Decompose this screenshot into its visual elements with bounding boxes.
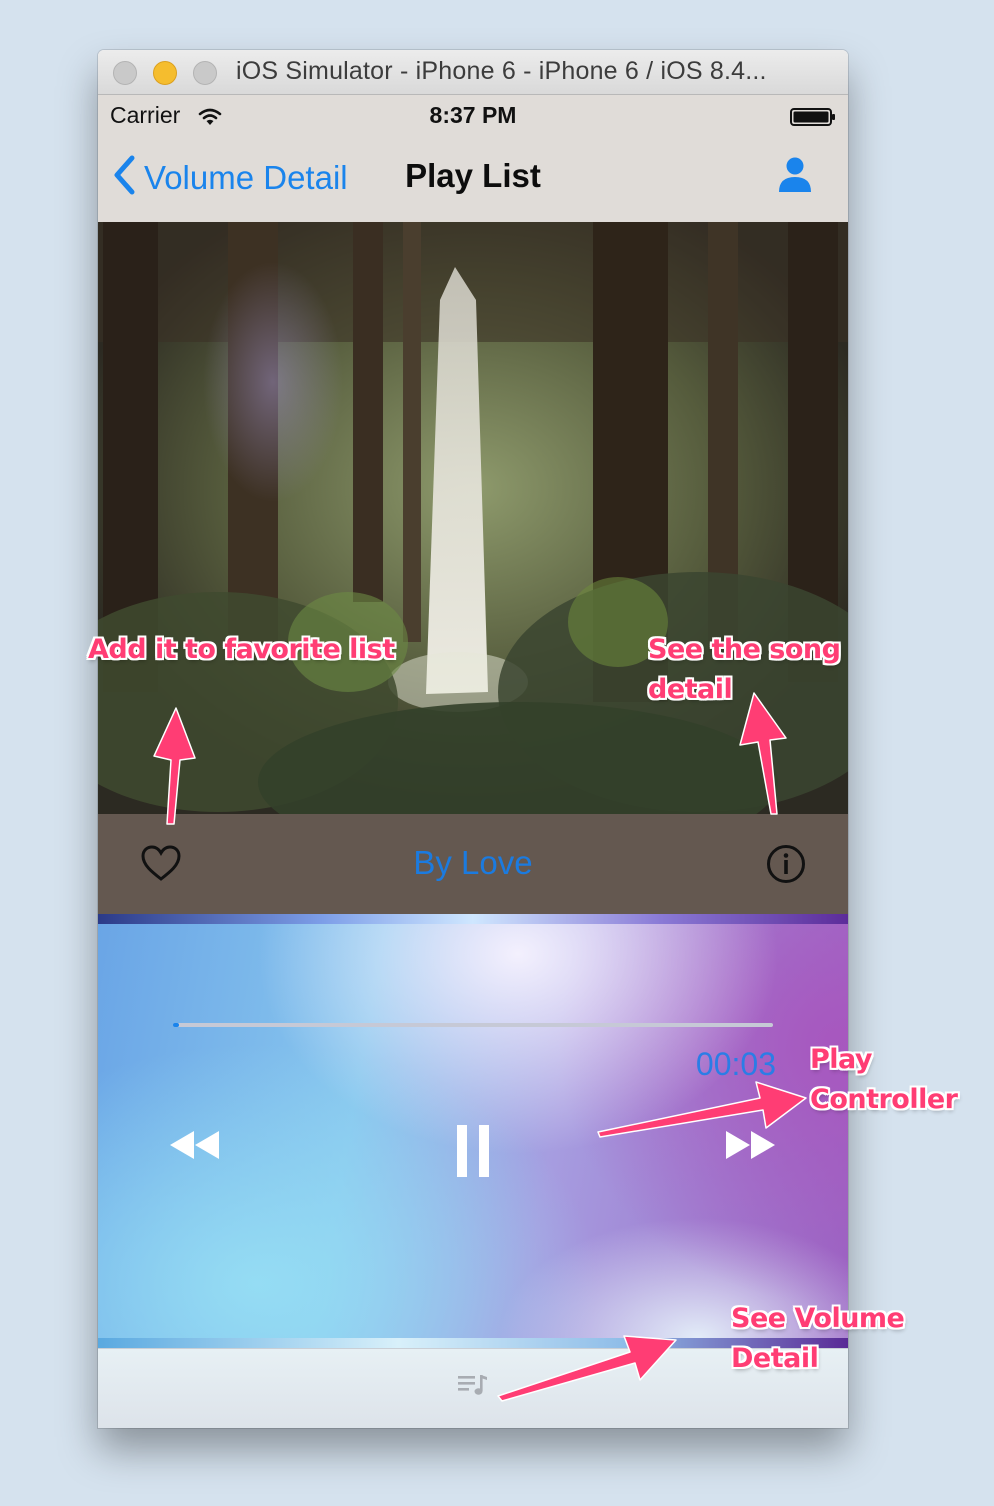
iphone-screen: Carrier 8:37 PM Volume Detail Play List … [98,95,848,1428]
window-titlebar: iOS Simulator - iPhone 6 - iPhone 6 / iO… [98,50,848,95]
back-button-label: Volume Detail [144,158,348,196]
volume-detail-annotation: See Volume Detail [731,1299,905,1379]
playlist-icon[interactable] [457,1373,489,1402]
info-icon[interactable] [766,844,806,889]
annotation-line: See the song [648,634,841,665]
battery-icon [790,105,836,126]
rewind-icon[interactable] [168,1128,222,1167]
back-button[interactable]: Volume Detail [112,155,348,200]
annotation-line: detail [648,674,733,705]
progress-slider[interactable] [173,1023,773,1027]
elapsed-time: 00:03 [695,1046,776,1082]
navigation-bar: Volume Detail Play List [98,135,848,222]
annotation-line: Detail [731,1343,819,1374]
window-title: iOS Simulator - iPhone 6 - iPhone 6 / iO… [236,57,767,85]
song-bar: By Love [98,814,848,914]
annotation-line: Add it to favorite list [88,634,395,665]
favorite-annotation: Add it to favorite list [88,630,395,670]
annotation-line: Play [810,1044,873,1075]
page-title: Play List [405,157,541,194]
song-detail-annotation: See the song detail [648,630,841,710]
fast-forward-icon[interactable] [724,1128,778,1167]
annotation-line: Controller [810,1084,958,1115]
status-time: 8:37 PM [429,102,517,128]
simulator-window: iOS Simulator - iPhone 6 - iPhone 6 / iO… [98,50,848,1428]
play-controller: 00:03 [98,924,848,1338]
background-strip [98,914,848,924]
window-zoom-button[interactable] [193,61,217,85]
progress-fill [173,1023,179,1027]
play-controller-annotation: Play Controller [810,1040,958,1120]
pause-icon[interactable] [455,1123,491,1184]
person-icon[interactable] [778,157,812,198]
window-minimize-button[interactable] [153,61,177,85]
window-close-button[interactable] [113,61,137,85]
song-title: By Love [413,844,533,881]
album-artwork [98,222,848,814]
status-bar: Carrier 8:37 PM [98,95,848,135]
chevron-left-icon [112,155,136,200]
annotation-line: See Volume [731,1303,905,1334]
